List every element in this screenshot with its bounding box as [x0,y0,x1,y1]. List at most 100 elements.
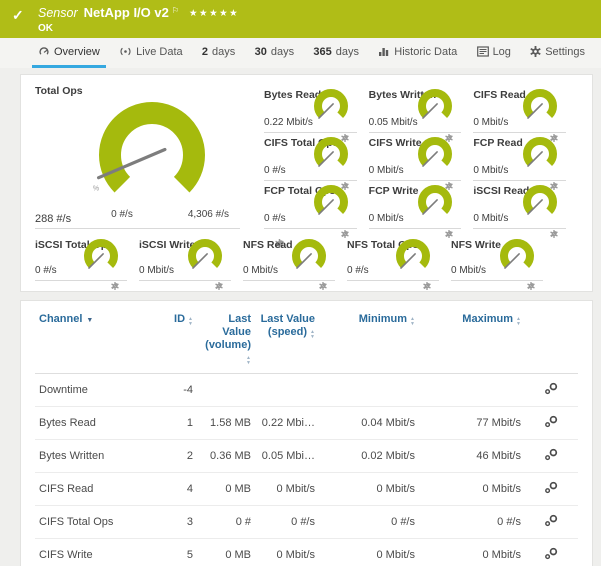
edit-channel-button[interactable] [544,382,559,395]
gauge-bytes-written: Bytes Written 0.05 Mbit/s [369,85,462,133]
gauge-bytes-read: Bytes Read 0.22 Mbit/s [264,85,357,133]
column-header-minimum[interactable]: Minimum▲▼ [319,303,419,374]
gauge-value: 0 Mbit/s [473,213,508,224]
column-header-channel[interactable]: Channel ▼ [35,303,153,374]
gauge-cifs-write: CIFS Write 0 Mbit/s [369,133,462,181]
gauge-max-label: 4,306 #/s [147,209,229,220]
cell-speed: 0.05 Mbi… [255,440,319,473]
sort-desc-icon: ▼ [86,317,93,324]
cell-maximum [419,374,525,407]
gauge-title: FCP Read [473,137,522,149]
tab-live-data[interactable]: Live Data [113,38,188,68]
edit-channel-icon [544,415,559,428]
table-row-cifs-write: CIFS Write50 MB0 Mbit/s0 Mbit/s0 Mbit/s [35,539,578,566]
gauge-arc [296,243,322,265]
column-label: Minimum [359,313,407,325]
cell-id: 1 [153,407,197,440]
edit-channel-button[interactable] [544,415,559,428]
gear-icon [530,46,541,57]
tab-label: days [271,46,294,58]
cell-channel: CIFS Read [35,473,153,506]
gauge-arc [318,189,344,211]
chart-icon [378,46,390,57]
gauge-arc [318,141,344,163]
tab-label: Log [493,46,511,58]
cell-volume: 0.36 MB [197,440,255,473]
gauge-value: 0 #/s [347,265,369,276]
gauge-arc [527,189,553,211]
gauge-title: NFS Read [243,239,293,251]
cell-volume [197,374,255,407]
edit-channel-button[interactable] [544,481,559,494]
cell-id: 4 [153,473,197,506]
cell-volume: 0 # [197,506,255,539]
sort-icon: ▲▼ [516,317,521,326]
gear-icon [530,46,541,57]
gauge-arc [504,243,530,265]
tab-settings[interactable]: Settings [524,38,591,68]
cell-speed: 0 Mbit/s [255,473,319,506]
sensor-overview-content: Total Ops % 288 #/s 0 #/s 4,306 #/s Byte… [0,68,601,566]
column-header-maximum[interactable]: Maximum▲▼ [419,303,525,374]
gauge-nfs-total-ops: NFS Total Ops 0 #/s [347,235,439,281]
sensor-header: ✓ Sensor NetApp I/O v2 ⚐ ★★★★★ OK [0,0,601,38]
gauge-title: FCP Write [369,185,419,197]
gauge-value: 0 Mbit/s [369,165,404,176]
cell-minimum: 0 #/s [319,506,419,539]
tab-label: Historic Data [394,46,457,58]
column-label: Last Value (speed) [261,313,315,338]
priority-flag-icon[interactable]: ⚐ [172,3,179,18]
cell-edit [525,506,578,539]
cell-id: 3 [153,506,197,539]
edit-channel-icon [544,448,559,461]
cell-maximum: 46 Mbit/s [419,440,525,473]
cell-edit [525,473,578,506]
tab-label: Overview [54,46,100,58]
cell-channel: Bytes Read [35,407,153,440]
pin-icon [215,282,223,290]
edit-channel-button[interactable] [544,514,559,527]
gauge-value: 0 Mbit/s [243,265,278,276]
edit-channel-button[interactable] [544,547,559,560]
tab-label: days [336,46,359,58]
cell-id: -4 [153,374,197,407]
gauge-arc [527,141,553,163]
column-label: Channel [39,313,82,325]
gauge-iscsi-write: iSCSI Write 0 Mbit/s [139,235,231,281]
tab-log[interactable]: Log [471,38,517,68]
pin-icon [111,282,119,290]
tab-number: 2 [202,46,208,58]
gauge-arc [422,189,448,211]
tab-historic-data[interactable]: Historic Data [372,38,463,68]
tab-number: 365 [313,46,331,58]
gauge-icon [38,46,50,57]
tab-365-days[interactable]: 365 days [307,38,365,68]
gauge-fcp-read: FCP Read 0 Mbit/s [473,133,566,181]
gauge-value: 0 Mbit/s [473,117,508,128]
sort-icon: ▲▼ [246,356,251,365]
tab-2-days[interactable]: 2days [196,38,241,68]
gauge-arc [192,243,218,265]
column-header-last-value[interactable]: Last Value (volume)▲▼ [197,303,255,374]
priority-stars[interactable]: ★★★★★ [189,6,239,21]
cell-minimum: 0 Mbit/s [319,473,419,506]
table-row-cifs-read: CIFS Read40 MB0 Mbit/s0 Mbit/s0 Mbit/s [35,473,578,506]
tab-30-days[interactable]: 30days [249,38,301,68]
edit-channel-button[interactable] [544,448,559,461]
sort-icon: ▲▼ [410,317,415,326]
cell-speed: 0.22 Mbi… [255,407,319,440]
tab-bar: Overview Live Data2days30days365days His… [0,38,601,68]
sort-icon: ▲▼ [188,317,193,326]
gauge-arc [527,93,553,115]
column-header-last-value[interactable]: Last Value (speed)▲▼ [255,303,319,374]
cell-edit [525,407,578,440]
tab-overview[interactable]: Overview [32,38,106,68]
gauge-value: 0 Mbit/s [369,213,404,224]
cell-speed [255,374,319,407]
pin-icon [423,282,431,290]
edit-channel-icon [544,547,559,560]
edit-channel-icon [544,382,559,395]
gauge-title: NFS Write [451,239,501,251]
column-header-id[interactable]: ID▲▼ [153,303,197,374]
gauge-fcp-total-ops: FCP Total Ops 0 #/s [264,181,357,229]
